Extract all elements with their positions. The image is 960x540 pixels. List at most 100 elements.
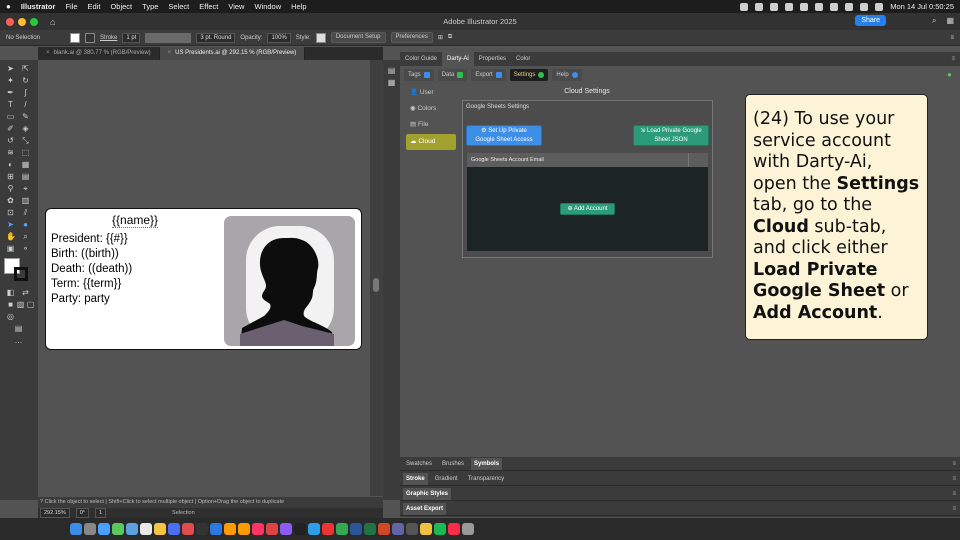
illustrator-icon[interactable] xyxy=(238,523,250,535)
sidenav-file[interactable]: ▤ File xyxy=(406,117,456,133)
home-icon[interactable]: ⌂ xyxy=(50,17,55,27)
rotation-field[interactable]: 0° xyxy=(75,508,89,518)
color-mode-icon[interactable]: ■ xyxy=(6,300,15,309)
load-private-sheet-json-button[interactable]: ⇲ Load Private Google Sheet JSON xyxy=(633,125,709,146)
stroke-label[interactable]: Stroke xyxy=(100,35,117,41)
app-icon[interactable] xyxy=(420,523,432,535)
tray-icon[interactable] xyxy=(785,2,794,11)
document-setup-button[interactable]: Document Setup xyxy=(330,32,386,43)
default-colors-icon[interactable]: ◧ xyxy=(6,288,15,297)
menu-app-name[interactable]: Illustrator xyxy=(21,2,56,11)
line-tool-icon[interactable]: / xyxy=(21,100,30,109)
style-swatch[interactable] xyxy=(315,32,326,43)
selection-tool-icon[interactable]: ➤ xyxy=(6,64,15,73)
blend-tool-icon[interactable]: ⌖ xyxy=(21,184,30,193)
zoom-icon[interactable]: ⚬ xyxy=(21,244,30,253)
apple-icon[interactable]: ● xyxy=(6,2,11,11)
word-icon[interactable] xyxy=(350,523,362,535)
panel-menu-icon[interactable]: ≡ xyxy=(952,461,956,467)
menu-help[interactable]: Help xyxy=(291,2,306,11)
menu-object[interactable]: Object xyxy=(110,2,132,11)
sidenav-user[interactable]: 👤 User xyxy=(406,85,456,101)
music-icon[interactable] xyxy=(448,523,460,535)
draw-mode-icon[interactable]: ◎ xyxy=(6,312,15,321)
eraser-icon[interactable]: ◈ xyxy=(21,124,30,133)
trash-icon[interactable] xyxy=(462,523,474,535)
preferences-button[interactable]: Preferences xyxy=(390,32,433,43)
tab-gradient[interactable]: Gradient xyxy=(432,473,461,485)
acrobat-icon[interactable] xyxy=(322,523,334,535)
shaper-tool-icon[interactable]: ✐ xyxy=(6,124,15,133)
tray-icon[interactable] xyxy=(800,2,809,11)
setup-private-sheet-button[interactable]: ⚙ Set Up Private Google Sheet Access xyxy=(466,125,542,146)
menu-window[interactable]: Window xyxy=(254,2,281,11)
symbol-sprayer-icon[interactable]: ✿ xyxy=(6,196,15,205)
slice-tool-icon[interactable]: ⫽ xyxy=(21,208,30,217)
subtab-tags[interactable]: Tags xyxy=(404,69,434,81)
panel-icon[interactable]: ▤ xyxy=(387,66,396,75)
menubar-clock[interactable]: Mon 14 Jul 0:50:25 xyxy=(890,2,954,11)
zoom-tool-icon[interactable]: ⌕ xyxy=(21,232,30,241)
launchpad-icon[interactable] xyxy=(84,523,96,535)
tab-transparency[interactable]: Transparency xyxy=(465,473,507,485)
sheets-icon[interactable] xyxy=(336,523,348,535)
teams-icon[interactable] xyxy=(392,523,404,535)
portrait-image[interactable] xyxy=(224,216,355,346)
search-icon[interactable]: ⌕ xyxy=(932,16,936,26)
finder-icon[interactable] xyxy=(70,523,82,535)
wifi-icon[interactable] xyxy=(830,2,839,11)
battery-icon[interactable] xyxy=(845,2,854,11)
panel-menu-icon[interactable]: ≡ xyxy=(950,35,954,41)
tab-color[interactable]: Color xyxy=(511,52,535,66)
swap-colors-icon[interactable]: ⇄ xyxy=(21,288,30,297)
tray-icon[interactable] xyxy=(770,2,779,11)
card-birth-line[interactable]: Birth: ((birth)) xyxy=(51,248,119,260)
fill-swatch[interactable] xyxy=(70,32,81,43)
close-window-button[interactable] xyxy=(6,17,14,26)
print-tiling-icon[interactable]: ▣ xyxy=(6,244,15,253)
card-name-field[interactable]: {{name}} xyxy=(112,213,159,228)
stroke-swatch[interactable] xyxy=(85,32,96,43)
shape-builder-icon[interactable]: ◐ xyxy=(6,160,15,169)
screen-mode-icon[interactable]: ▤ xyxy=(14,324,23,333)
panel-icon[interactable]: ▦ xyxy=(387,78,396,87)
search-icon[interactable] xyxy=(860,2,869,11)
tray-icon[interactable] xyxy=(740,2,749,11)
free-transform-icon[interactable]: ⬚ xyxy=(21,148,30,157)
app-icon[interactable] xyxy=(182,523,194,535)
messages-icon[interactable] xyxy=(112,523,124,535)
workspace-icon[interactable]: ▦ xyxy=(946,16,954,26)
panel-menu-icon[interactable]: ≡ xyxy=(952,476,956,482)
tab-stroke[interactable]: Stroke xyxy=(403,472,428,485)
excel-icon[interactable] xyxy=(364,523,376,535)
app-icon[interactable] xyxy=(266,523,278,535)
minimize-window-button[interactable] xyxy=(18,17,26,26)
zoom-window-button[interactable] xyxy=(30,17,38,26)
vscode-icon[interactable] xyxy=(210,523,222,535)
close-tab-icon[interactable]: × xyxy=(168,50,172,56)
close-tab-icon[interactable]: × xyxy=(46,50,50,56)
app-icon[interactable] xyxy=(280,523,292,535)
app-icon[interactable] xyxy=(434,523,446,535)
indesign-icon[interactable] xyxy=(252,523,264,535)
powerpoint-icon[interactable] xyxy=(378,523,390,535)
lasso-icon[interactable]: ↻ xyxy=(21,76,30,85)
subtab-help[interactable]: Help xyxy=(552,69,582,81)
menu-view[interactable]: View xyxy=(228,2,244,11)
current-tool-label[interactable]: Selection xyxy=(172,510,195,516)
pen-tool-icon[interactable]: ✒ xyxy=(6,88,15,97)
app-icon[interactable] xyxy=(168,523,180,535)
doc-tab-blank[interactable]: × blank.ai @ 380.77 % (RGB/Preview) xyxy=(38,47,160,60)
share-button[interactable]: Share xyxy=(855,15,886,26)
artboard-tool-icon[interactable]: ⊡ xyxy=(6,208,15,217)
none-mode-icon[interactable]: ▢ xyxy=(26,300,35,309)
transform-icon[interactable]: ⧉ xyxy=(448,34,452,41)
rotate-tool-icon[interactable]: ↺ xyxy=(6,136,15,145)
variable-width-profile[interactable] xyxy=(145,32,192,43)
panel-menu-icon[interactable]: ≡ xyxy=(952,491,956,497)
safari-icon[interactable] xyxy=(98,523,110,535)
card-party-line[interactable]: Party: party xyxy=(51,293,110,305)
app-store-icon[interactable] xyxy=(308,523,320,535)
panel-menu-icon[interactable]: ≡ xyxy=(952,506,956,512)
menu-type[interactable]: Type xyxy=(142,2,158,11)
